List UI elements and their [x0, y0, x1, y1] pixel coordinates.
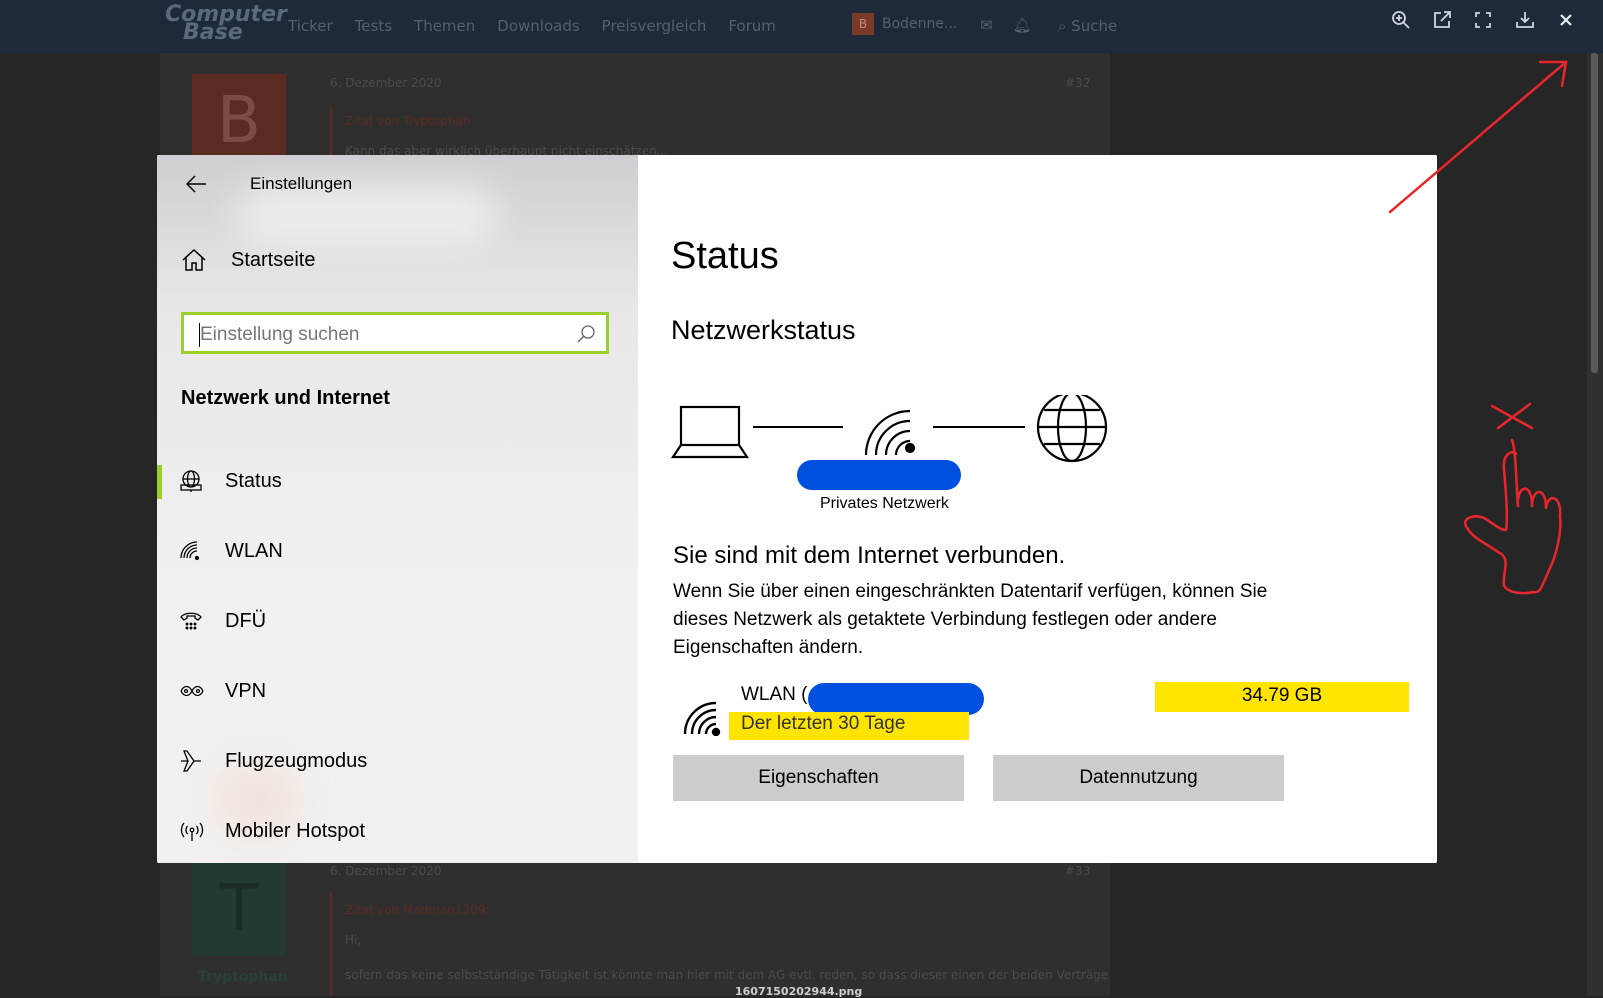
wifi-icon	[180, 541, 200, 561]
forum-avatar-b: B	[192, 74, 286, 164]
data-usage-button[interactable]: Datennutzung	[993, 755, 1284, 801]
nav-label: Mobiler Hotspot	[225, 819, 366, 842]
dialup-icon	[180, 612, 202, 630]
forum-search: ⌕ Suche	[1058, 17, 1118, 35]
forum-avatar-t: T	[192, 862, 286, 956]
settings-search-input[interactable]	[198, 321, 552, 349]
zoom-in-icon	[1391, 11, 1410, 29]
download-icon	[1515, 12, 1534, 28]
lightbox-filename: 1607150202944.png	[735, 985, 863, 998]
post-date: 6. Dezember 2020	[330, 864, 442, 878]
forum-logo: Computer Base	[165, 2, 287, 45]
home-label: Startseite	[231, 248, 316, 271]
wifi-icon	[683, 701, 721, 736]
globe-monitor-icon	[180, 470, 202, 492]
usage-amount-highlight: 34.79 GB	[1155, 682, 1409, 712]
forum-nav-ticker: Ticker	[288, 17, 333, 35]
router-wifi-icon	[864, 409, 916, 456]
text-caret	[199, 323, 200, 347]
post-number: #32	[1065, 76, 1091, 90]
forum-user-avatar: B	[852, 13, 874, 35]
red-x-annotation	[1490, 402, 1534, 430]
nav-label: VPN	[225, 679, 267, 702]
vpn-icon	[180, 685, 204, 697]
quote-author: Zitat von Tryptophan:	[345, 114, 475, 128]
quote-author: Zitat von Madman1209:	[345, 903, 490, 917]
section-title: Netzwerk und Internet	[181, 387, 390, 409]
settings-window: Einstellungen Startseite Netzwerk und In…	[157, 155, 1437, 863]
forum-header: Computer Base Ticker Tests Themen Downloa…	[0, 0, 1603, 53]
usage-amount: 34.79 GB	[1241, 685, 1323, 706]
home-nav-item[interactable]: Startseite	[181, 248, 315, 272]
fullscreen-button[interactable]	[1469, 6, 1497, 34]
download-button[interactable]	[1511, 6, 1539, 34]
settings-search[interactable]	[181, 312, 609, 354]
usage-period-highlight: Der letzten 30 Tage	[729, 712, 969, 740]
quote-bar	[330, 893, 332, 996]
nav-label: Flugzeugmodus	[225, 749, 368, 772]
hand-pointer-annotation	[1463, 438, 1562, 595]
properties-button[interactable]: Eigenschaften	[673, 755, 964, 801]
forum-header-icons: ✉ 🔔︎	[980, 16, 1032, 34]
hotspot-icon	[180, 822, 204, 841]
laptop-icon	[671, 405, 750, 459]
bell-icon: 🔔︎	[1012, 16, 1032, 34]
settings-sidebar: Einstellungen Startseite Netzwerk und In…	[157, 155, 638, 863]
nav-item-wlan[interactable]: WLAN	[157, 523, 638, 579]
nav-item-vpn[interactable]: VPN	[157, 663, 638, 719]
forum-nav-preisvergleich: Preisvergleich	[601, 17, 707, 35]
close-button[interactable]	[1552, 6, 1580, 34]
network-type-label: Privates Netzwerk	[820, 495, 949, 512]
page-title: Status	[671, 235, 779, 277]
zoom-in-button[interactable]	[1387, 6, 1415, 34]
nav-item-status[interactable]: Status	[157, 453, 638, 509]
home-icon	[182, 248, 206, 271]
forum-nav-downloads: Downloads	[497, 17, 580, 35]
search-icon[interactable]	[576, 324, 596, 344]
nav-label: Status	[225, 469, 282, 492]
back-arrow-icon	[186, 175, 206, 193]
status-pane: Status Netzwerkstatus Privates Netzwerk …	[638, 155, 1437, 863]
nav-item-dfue[interactable]: DFÜ	[157, 593, 638, 649]
lightbox-toolbar	[1380, 0, 1587, 40]
redaction-mark	[797, 460, 961, 490]
airplane-icon	[181, 750, 201, 772]
nav-item-mobiler-hotspot[interactable]: Mobiler Hotspot	[157, 803, 638, 859]
globe-icon	[1036, 395, 1108, 463]
forum-nav: Ticker Tests Themen Downloads Preisvergl…	[288, 17, 776, 35]
redaction-mark	[808, 683, 984, 715]
page-scrollbar[interactable]	[1587, 53, 1603, 996]
forum-nav-themen: Themen	[414, 17, 476, 35]
connection-status-heading: Sie sind mit dem Internet verbunden.	[673, 542, 1066, 569]
close-icon	[1560, 14, 1573, 26]
quote-bar	[330, 106, 332, 156]
connection-name: WLAN (	[741, 684, 808, 705]
forum-nav-tests: Tests	[354, 17, 393, 35]
nav-item-flugzeugmodus[interactable]: Flugzeugmodus	[157, 733, 638, 789]
scrollbar-thumb[interactable]	[1591, 53, 1598, 373]
usage-period: Der letzten 30 Tage	[741, 713, 906, 734]
forum-nav-forum: Forum	[728, 17, 776, 35]
post-text: Hi,	[345, 933, 362, 947]
post-text: sofern das keine selbstständige Tätigkei…	[345, 968, 1109, 982]
forum-user-name: Bodenne...	[882, 16, 958, 32]
post-number: #33	[1065, 864, 1091, 878]
mail-icon: ✉	[980, 16, 993, 34]
post-date: 6. Dezember 2020	[330, 76, 442, 90]
forum-user: B Bodenne...	[852, 13, 957, 35]
poster-name: Tryptophan	[198, 969, 288, 985]
back-button[interactable]	[181, 169, 211, 199]
window-title: Einstellungen	[250, 174, 353, 193]
section-heading: Netzwerkstatus	[671, 315, 856, 345]
open-external-button[interactable]	[1428, 6, 1456, 34]
nav-label: WLAN	[225, 539, 283, 562]
connection-description: Wenn Sie über einen eingeschränkten Date…	[673, 581, 1268, 658]
nav-label: DFÜ	[225, 609, 267, 632]
external-link-icon	[1434, 11, 1451, 28]
fullscreen-icon	[1475, 12, 1492, 28]
